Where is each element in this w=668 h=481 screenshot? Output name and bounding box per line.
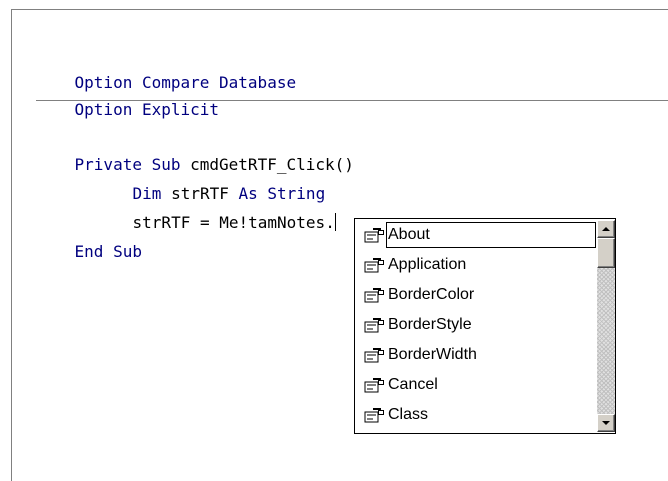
keyword-text: Option Explicit — [74, 100, 220, 119]
keyword-text: End Sub — [74, 242, 142, 261]
list-item[interactable]: About — [356, 220, 596, 250]
arrow-up-icon — [602, 227, 610, 231]
property-icon — [364, 258, 384, 273]
list-item[interactable]: BorderStyle — [356, 310, 596, 340]
code-line-1[interactable]: Option Compare Database — [36, 50, 297, 92]
vertical-scrollbar[interactable] — [597, 220, 615, 432]
member-list[interactable]: About Application BorderColor BorderStyl… — [356, 220, 596, 432]
list-item[interactable]: Application — [356, 250, 596, 280]
property-icon — [364, 348, 384, 363]
property-icon — [364, 378, 384, 393]
procedure-separator — [36, 100, 668, 101]
list-item[interactable]: BorderColor — [356, 280, 596, 310]
scroll-thumb[interactable] — [597, 238, 615, 268]
item-label: BorderColor — [388, 286, 475, 303]
item-label: About — [386, 222, 596, 248]
item-label: BorderStyle — [388, 316, 472, 333]
code-text: strRTF = Me!tamNotes. — [132, 213, 335, 232]
list-item[interactable]: BorderWidth — [356, 340, 596, 370]
code-line-5[interactable]: strRTF = Me!tamNotes. — [36, 190, 336, 232]
code-line-4[interactable]: Dim strRTF As String — [36, 161, 326, 203]
property-icon — [364, 318, 384, 333]
arrow-down-icon — [602, 421, 610, 425]
scroll-down-button[interactable] — [597, 414, 615, 432]
item-label: Application — [388, 256, 467, 273]
text-cursor — [334, 213, 336, 231]
list-item[interactable]: Class — [356, 400, 596, 430]
list-item[interactable]: Cancel — [356, 370, 596, 400]
item-label: Class — [388, 406, 429, 423]
code-line-2[interactable]: Option Explicit — [36, 77, 220, 119]
property-icon — [364, 288, 384, 303]
property-icon — [364, 408, 384, 423]
scroll-up-button[interactable] — [597, 220, 615, 238]
item-label: Cancel — [388, 376, 438, 393]
code-line-6[interactable]: End Sub — [36, 219, 142, 261]
autocomplete-list[interactable]: About Application BorderColor BorderStyl… — [354, 218, 616, 434]
code-line-3[interactable]: Private Sub cmdGetRTF_Click() — [36, 132, 354, 174]
property-icon — [364, 228, 384, 243]
item-label: BorderWidth — [388, 346, 477, 363]
